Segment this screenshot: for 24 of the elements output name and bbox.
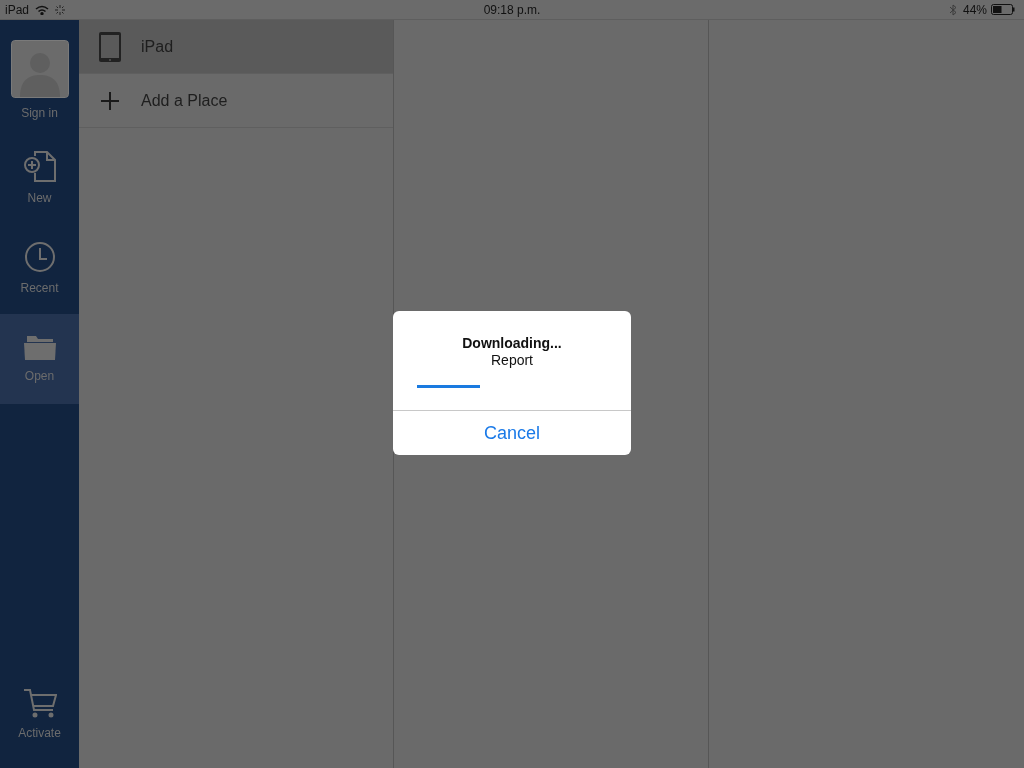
battery-percent: 44% [962, 1, 987, 19]
cart-icon [22, 688, 57, 718]
activate-button[interactable]: Activate [0, 688, 79, 742]
clock-icon [23, 241, 56, 273]
carrier-label: iPad [5, 1, 30, 19]
folder-icon [22, 333, 57, 361]
clock-time: 09:18 p.m. [483, 1, 541, 19]
place-item[interactable]: iPad [79, 20, 393, 74]
dialog-subtitle: Report [491, 352, 533, 369]
sidebar-item[interactable]: New [0, 134, 79, 224]
sidebar-item[interactable]: Sign in [0, 20, 79, 134]
new-document-icon [22, 151, 57, 183]
plus-icon [100, 90, 120, 111]
tablet-icon [98, 30, 122, 63]
avatar-icon [10, 40, 69, 98]
sidebar-item[interactable]: Open [0, 314, 79, 404]
bluetooth-icon [948, 3, 957, 16]
wifi-icon [35, 4, 50, 15]
dialog-title: Downloading... [462, 335, 562, 352]
battery-icon [991, 4, 1015, 15]
activity-spinner-icon [55, 4, 66, 15]
place-item[interactable]: Add a Place [79, 74, 393, 128]
sidebar-item[interactable]: Recent [0, 224, 79, 314]
cancel-button[interactable]: Cancel [393, 411, 631, 455]
